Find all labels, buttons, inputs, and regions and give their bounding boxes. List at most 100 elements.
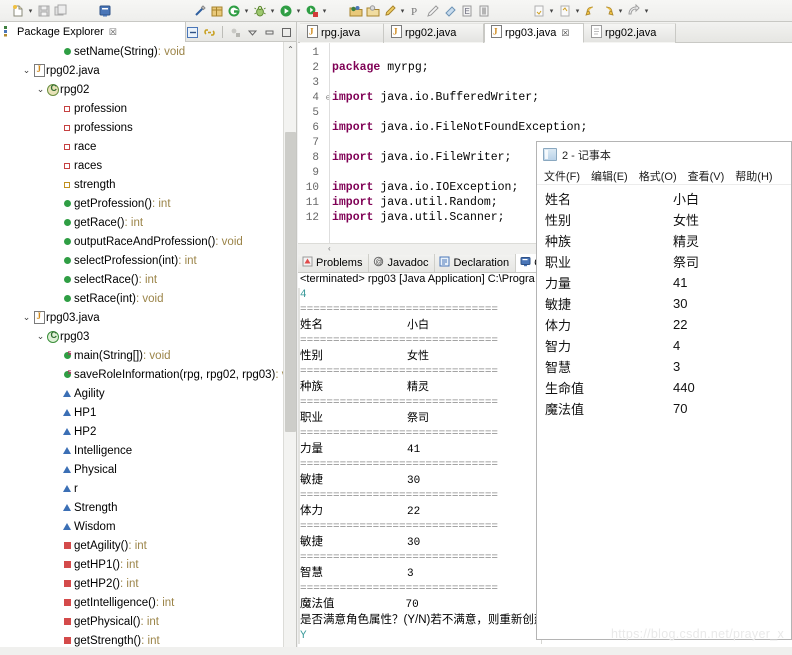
view-menu-focus-icon[interactable]	[228, 24, 243, 40]
tree-item[interactable]: ⌄ rpg02.java	[0, 61, 297, 80]
console-tab[interactable]: @ Javadoc	[369, 254, 436, 272]
tree-item[interactable]: profession	[0, 99, 297, 118]
tree-expand-toggle[interactable]: ⌄	[35, 84, 46, 95]
new-java-project-icon[interactable]	[347, 2, 364, 20]
new-file-dropdown-arrow[interactable]: ▾	[26, 2, 35, 20]
tree-item[interactable]: Intelligence	[0, 441, 297, 460]
tree-item[interactable]: getPhysical() : int	[0, 612, 297, 631]
tree-item[interactable]: s main(String[]) : void	[0, 346, 297, 365]
close-icon[interactable]: ☒	[109, 27, 117, 38]
external-tools-dropdown-arrow[interactable]: ▾	[320, 2, 329, 20]
editor-tab[interactable]: Jrpg03.java ☒	[484, 23, 584, 43]
debug-icon[interactable]	[251, 2, 268, 20]
minimize-icon[interactable]	[262, 24, 277, 40]
code-line[interactable]: 5	[298, 105, 792, 120]
new-interface-icon[interactable]	[424, 2, 441, 20]
tree-item[interactable]: Agility	[0, 384, 297, 403]
previous-annotation-dropdown-arrow[interactable]: ▾	[573, 2, 582, 20]
tree-item[interactable]: races	[0, 156, 297, 175]
run-dropdown-arrow[interactable]: ▾	[294, 2, 303, 20]
forward-dropdown-arrow[interactable]: ▾	[616, 2, 625, 20]
code-line[interactable]: 6 import java.io.FileNotFoundException;	[298, 120, 792, 135]
editor-tab[interactable]: rpg02.java	[584, 23, 676, 43]
new-class-icon[interactable]	[381, 2, 398, 20]
tree-item[interactable]: getProfession() : int	[0, 194, 297, 213]
menu-view[interactable]: 查看(V)	[688, 168, 725, 184]
new-enum-icon[interactable]	[441, 2, 458, 20]
code-line[interactable]: 4 ⊖ import java.io.BufferedWriter;	[298, 90, 792, 105]
scrollbar-thumb[interactable]	[285, 132, 296, 432]
toggle-mark-occurrences-icon[interactable]	[475, 2, 492, 20]
save-icon[interactable]	[35, 2, 52, 20]
tree-item[interactable]: getIntelligence() : int	[0, 593, 297, 612]
code-line[interactable]: 1	[298, 45, 792, 60]
next-annotation-icon[interactable]	[530, 2, 547, 20]
tree-item[interactable]: ⌄ rpg03	[0, 327, 297, 346]
scroll-left-icon[interactable]: ‹	[328, 244, 331, 253]
new-annotation-icon[interactable]: P	[407, 2, 424, 20]
open-type-icon[interactable]: E	[458, 2, 475, 20]
tree-item[interactable]: Physical	[0, 460, 297, 479]
code-line[interactable]: 3	[298, 75, 792, 90]
tree-item[interactable]: setRace(int) : void	[0, 289, 297, 308]
tree-item[interactable]: selectRace() : int	[0, 270, 297, 289]
panel-divider[interactable]	[296, 22, 297, 655]
last-edit-dropdown-arrow[interactable]: ▾	[642, 2, 651, 20]
tree-expand-toggle[interactable]: ⌄	[21, 65, 32, 76]
new-package-icon[interactable]	[208, 2, 225, 20]
back-icon[interactable]	[582, 2, 599, 20]
tree-item[interactable]: getHP2() : int	[0, 574, 297, 593]
next-annotation-dropdown-arrow[interactable]: ▾	[547, 2, 556, 20]
notepad-titlebar[interactable]: 2 - 记事本	[537, 142, 791, 167]
view-menu-icon[interactable]	[245, 24, 260, 40]
code-line[interactable]: 2 package myrpg;	[298, 60, 792, 75]
close-icon[interactable]: ☒	[561, 28, 569, 39]
maximize-icon[interactable]	[279, 24, 294, 40]
tree-item[interactable]: selectProfession(int) : int	[0, 251, 297, 270]
collapse-all-icon[interactable]	[185, 24, 200, 40]
fold-toggle[interactable]: ⊖	[324, 93, 332, 103]
tree-item[interactable]: Wisdom	[0, 517, 297, 536]
new-package-folder-icon[interactable]	[364, 2, 381, 20]
notepad-text-area[interactable]: 姓名 小白 性别 女性 种族 精灵 职业 祭司 力量 41 敏捷 30 体力 22 智力 4 智慧 3 生命值 440…	[537, 185, 791, 637]
console-tab[interactable]: Problems	[298, 254, 370, 272]
external-tools-icon[interactable]	[303, 2, 320, 20]
tree-item[interactable]: ⌄ rpg03.java	[0, 308, 297, 327]
tree-expand-toggle[interactable]: ⌄	[21, 312, 32, 323]
tree-item[interactable]: Strength	[0, 498, 297, 517]
coverage-icon[interactable]	[225, 2, 242, 20]
console-tab[interactable]: Declaration	[435, 254, 517, 272]
tree-item[interactable]: getAgility() : int	[0, 536, 297, 555]
tree-item[interactable]: setName(String) : void	[0, 42, 297, 61]
save-all-icon[interactable]	[52, 2, 69, 20]
package-explorer-tree[interactable]: setName(String) : void⌄rpg02.java⌄rpg02p…	[0, 42, 297, 655]
tree-item[interactable]: HP2	[0, 422, 297, 441]
menu-help[interactable]: 帮助(H)	[735, 168, 772, 184]
last-edit-location-icon[interactable]	[625, 2, 642, 20]
tree-item[interactable]: ⌄ rpg02	[0, 80, 297, 99]
open-console-icon[interactable]	[96, 2, 113, 20]
tree-item[interactable]: race	[0, 137, 297, 156]
tree-item[interactable]: professions	[0, 118, 297, 137]
notepad-window[interactable]: 2 - 记事本 文件(F) 编辑(E) 格式(O) 查看(V) 帮助(H) 姓名…	[536, 141, 792, 640]
skip-breakpoints-icon[interactable]	[191, 2, 208, 20]
debug-dropdown-arrow[interactable]: ▾	[268, 2, 277, 20]
tree-expand-toggle[interactable]: ⌄	[35, 331, 46, 342]
editor-tab[interactable]: Jrpg.java	[300, 23, 384, 43]
tree-item[interactable]: outputRaceAndProfession() : void	[0, 232, 297, 251]
coverage-dropdown-arrow[interactable]: ▾	[242, 2, 251, 20]
forward-icon[interactable]	[599, 2, 616, 20]
tree-item[interactable]: r	[0, 479, 297, 498]
editor-tab[interactable]: Jrpg02.java	[384, 23, 484, 43]
package-explorer-scrollbar[interactable]: ⌃ ⌄	[283, 42, 297, 655]
tree-item[interactable]: strength	[0, 175, 297, 194]
tree-item[interactable]: HP1	[0, 403, 297, 422]
menu-file[interactable]: 文件(F)	[544, 168, 580, 184]
new-file-icon[interactable]	[9, 2, 26, 20]
tab-package-explorer[interactable]: Package Explorer ☒	[0, 22, 186, 42]
tree-item[interactable]: s saveRoleInformation(rpg, rpg02, rpg03) …	[0, 365, 297, 384]
link-with-editor-icon[interactable]	[202, 24, 217, 40]
menu-edit[interactable]: 编辑(E)	[591, 168, 628, 184]
new-class-dropdown-arrow[interactable]: ▾	[398, 2, 407, 20]
menu-format[interactable]: 格式(O)	[639, 168, 677, 184]
